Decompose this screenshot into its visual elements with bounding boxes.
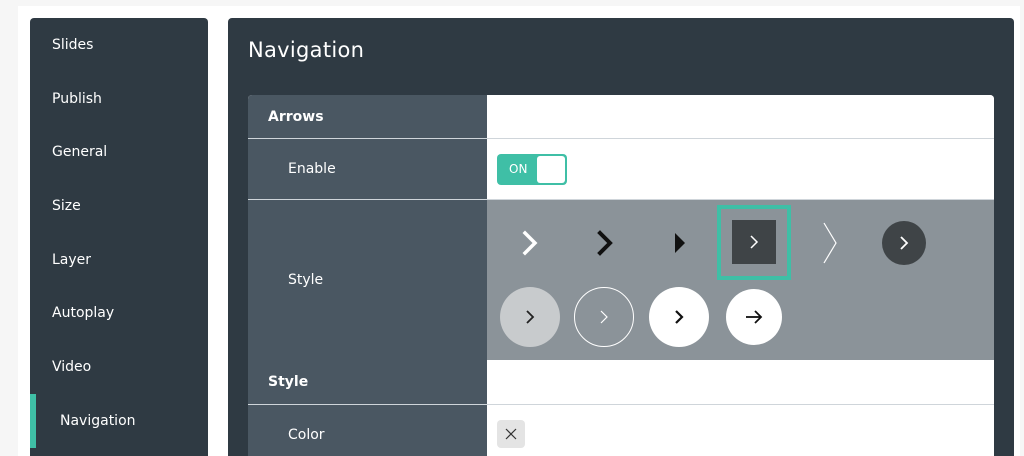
main-panel: Navigation Arrows Enable ON Style Style … [228,18,1014,456]
chevron-outline-circle-icon[interactable] [574,287,634,347]
triangle-black-icon[interactable] [657,220,703,266]
chevron-dark-circle-icon[interactable] [882,221,926,265]
sidebar-item-video[interactable]: Video [30,340,208,394]
settings-table: Arrows Enable ON Style Style Color [248,95,994,456]
sidebar-item-layer[interactable]: Layer [30,233,208,287]
sidebar-item-size[interactable]: Size [30,179,208,233]
page-title: Navigation [248,38,365,62]
toggle-state-label: ON [509,162,528,176]
arrow-style-picker [487,200,994,360]
arrows-section-row: Arrows [248,95,994,138]
sidebar-item-label: Navigation [60,413,136,429]
toggle-knob [537,156,565,183]
color-label: Color [248,405,487,456]
sidebar-item-slides[interactable]: Slides [30,18,208,72]
sidebar-item-navigation[interactable]: Navigation [30,394,208,448]
chevron-white-icon[interactable] [507,220,553,266]
chevron-light-circle-icon[interactable] [500,287,560,347]
style-section-row: Style [248,360,994,404]
active-indicator [30,394,36,448]
color-row: Color [248,405,994,456]
sidebar-item-label: Size [52,198,81,214]
section-heading-arrows: Arrows [248,95,487,138]
sidebar-item-label: Slides [52,37,94,53]
sidebar: Slides Publish General Size Layer Autopl… [30,18,208,456]
sidebar-item-general[interactable]: General [30,125,208,179]
enable-toggle[interactable]: ON [497,154,567,185]
sidebar-item-publish[interactable]: Publish [30,72,208,126]
chevron-black-bold-icon[interactable] [582,220,628,266]
sidebar-item-label: Video [52,359,92,375]
arrow-white-circle-icon[interactable] [726,289,782,345]
chevron-dark-square-icon[interactable] [732,220,776,264]
enable-value: ON [487,139,994,199]
section-heading-style-value [487,360,994,404]
sidebar-item-label: Autoplay [52,305,115,321]
sidebar-item-label: Layer [52,252,92,268]
clear-color-icon [505,428,517,440]
section-heading-style: Style [248,360,487,404]
color-swatch[interactable] [497,420,525,448]
thin-chevron-white-icon[interactable] [807,220,853,266]
chevron-white-circle-icon[interactable] [649,287,709,347]
sidebar-item-label: Publish [52,91,102,107]
sidebar-item-label: General [52,144,108,160]
arrow-style-label: Style [248,200,487,360]
enable-row: Enable ON [248,139,994,199]
section-heading-arrows-value [487,95,994,138]
color-value [487,405,994,456]
enable-label: Enable [248,139,487,199]
sidebar-item-autoplay[interactable]: Autoplay [30,286,208,340]
arrow-style-row: Style [248,200,994,360]
